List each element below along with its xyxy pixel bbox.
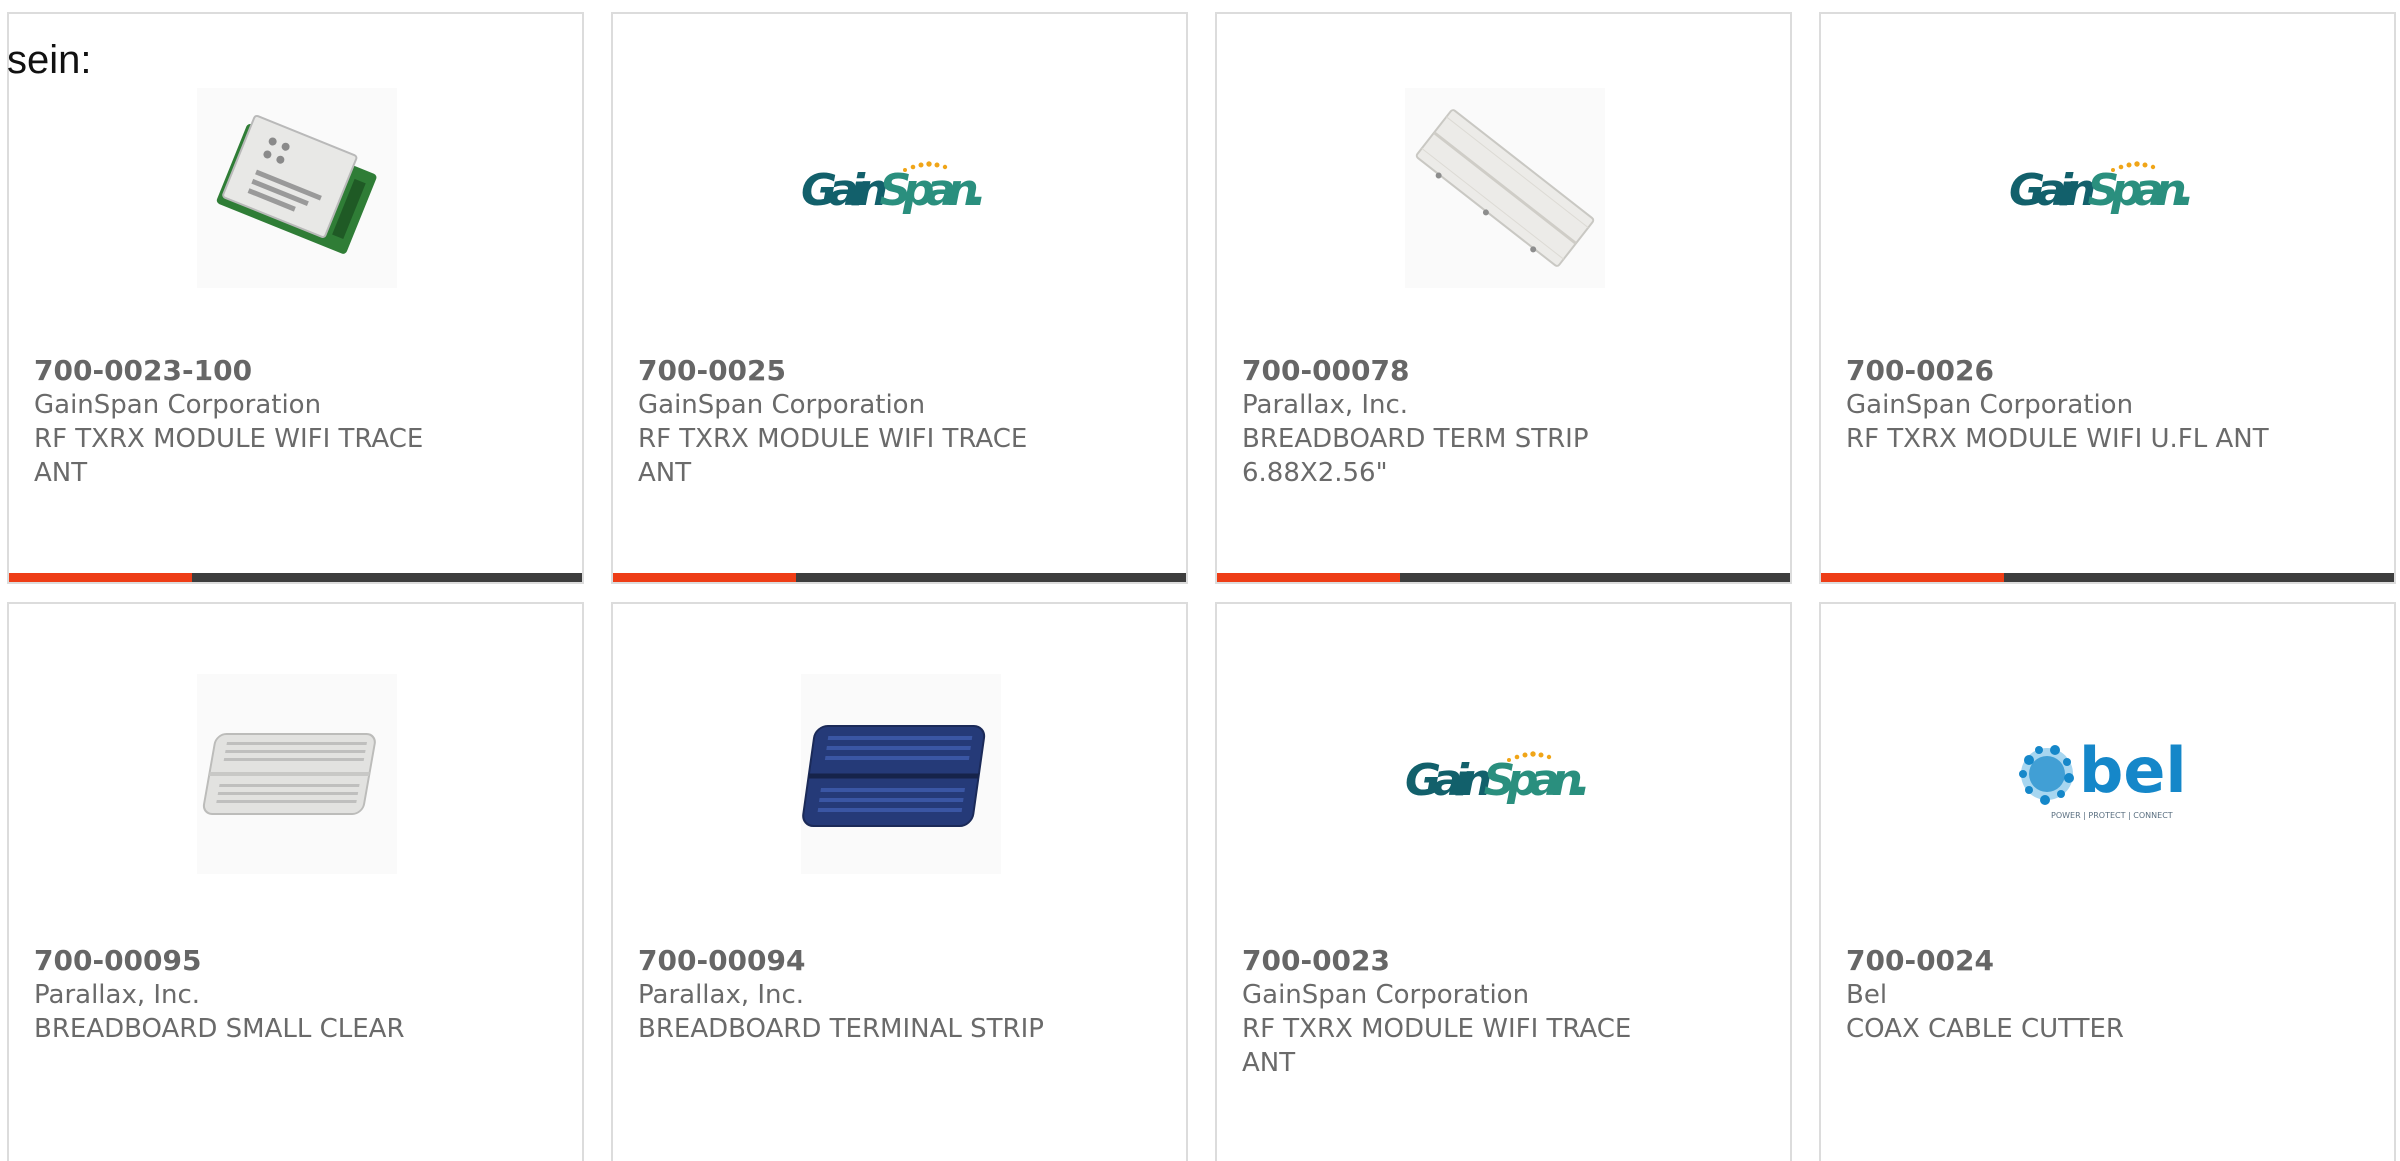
product-info: 700-00094 Parallax, Inc. BREADBOARD TERM… <box>638 944 1166 1046</box>
part-number[interactable]: 700-0023-100 <box>34 354 562 388</box>
product-description: RF TXRX MODULE WIFI TRACE ANT <box>638 424 1028 488</box>
manufacturer: GainSpan Corporation <box>34 390 322 420</box>
prefix-text: sein: <box>7 38 92 82</box>
product-card[interactable]: 700-00078 Parallax, Inc. BREADBOARD TERM… <box>1215 12 1792 584</box>
product-description: BREADBOARD TERM STRIP 6.88X2.56" <box>1242 424 1589 488</box>
svg-text:POWER | PROTECT | CONNECT: POWER | PROTECT | CONNECT <box>2051 811 2173 820</box>
breadboard-strip-image <box>1405 88 1605 288</box>
svg-text:GainSpan.: GainSpan. <box>801 165 987 216</box>
bel-logo: bel POWER | PROTECT | CONNECT <box>2009 674 2209 874</box>
gainspan-logo: GainSpan. <box>2009 88 2209 288</box>
manufacturer: Parallax, Inc. <box>1242 390 1409 420</box>
svg-text:GainSpan.: GainSpan. <box>1405 755 1591 806</box>
card-footer-accent <box>1821 573 2004 582</box>
product-info: 700-0026 GainSpan Corporation RF TXRX MO… <box>1846 354 2374 456</box>
part-number[interactable]: 700-0023 <box>1242 944 1770 978</box>
part-number[interactable]: 700-0024 <box>1846 944 2374 978</box>
card-footer-bar <box>613 573 1186 582</box>
card-footer-bar <box>1217 573 1790 582</box>
card-footer-bar <box>1821 573 2394 582</box>
manufacturer: GainSpan Corporation <box>1242 980 1530 1010</box>
svg-text:bel: bel <box>2079 734 2187 807</box>
product-card[interactable]: 700-00095 Parallax, Inc. BREADBOARD SMAL… <box>7 602 584 1161</box>
gainspan-logo: GainSpan. <box>801 88 1001 288</box>
product-description: BREADBOARD TERMINAL STRIP <box>638 1014 1044 1044</box>
product-card[interactable]: GainSpan. 700-0026 GainSpan Corporation … <box>1819 12 2396 584</box>
card-footer-accent <box>1217 573 1400 582</box>
product-card[interactable]: GainSpan. 700-0025 GainSpan Corporation … <box>611 12 1188 584</box>
product-card[interactable]: GainSpan. 700-0023 GainSpan Corporation … <box>1215 602 1792 1161</box>
product-info: 700-00078 Parallax, Inc. BREADBOARD TERM… <box>1242 354 1770 490</box>
manufacturer: GainSpan Corporation <box>638 390 926 420</box>
part-number[interactable]: 700-00094 <box>638 944 1166 978</box>
part-number[interactable]: 700-00095 <box>34 944 562 978</box>
card-footer-accent <box>9 573 192 582</box>
product-grid: sein: 700-0023-100 GainSpan Corporation … <box>0 0 2400 1161</box>
part-number[interactable]: 700-0026 <box>1846 354 2374 388</box>
product-info: 700-0023 GainSpan Corporation RF TXRX MO… <box>1242 944 1770 1080</box>
manufacturer: GainSpan Corporation <box>1846 390 2134 420</box>
product-card[interactable]: bel POWER | PROTECT | CONNECT 700-0024 B… <box>1819 602 2396 1161</box>
card-footer-bar <box>9 573 582 582</box>
product-description: RF TXRX MODULE WIFI U.FL ANT <box>1846 424 2269 454</box>
manufacturer: Bel <box>1846 980 1888 1010</box>
product-description: COAX CABLE CUTTER <box>1846 1014 2124 1044</box>
product-info: 700-0023-100 GainSpan Corporation RF TXR… <box>34 354 562 490</box>
breadboard-blue-image <box>801 674 1001 874</box>
product-info: 700-0024 Bel COAX CABLE CUTTER <box>1846 944 2374 1046</box>
wifi-module-image <box>197 88 397 288</box>
svg-text:GainSpan.: GainSpan. <box>2009 165 2195 216</box>
product-description: RF TXRX MODULE WIFI TRACE ANT <box>34 424 424 488</box>
breadboard-clear-image <box>197 674 397 874</box>
product-description: BREADBOARD SMALL CLEAR <box>34 1014 405 1044</box>
part-number[interactable]: 700-0025 <box>638 354 1166 388</box>
product-card[interactable]: 700-0023-100 GainSpan Corporation RF TXR… <box>7 12 584 584</box>
part-number[interactable]: 700-00078 <box>1242 354 1770 388</box>
gainspan-logo: GainSpan. <box>1405 674 1605 874</box>
card-footer-accent <box>613 573 796 582</box>
product-info: 700-0025 GainSpan Corporation RF TXRX MO… <box>638 354 1166 490</box>
manufacturer: Parallax, Inc. <box>638 980 805 1010</box>
product-description: RF TXRX MODULE WIFI TRACE ANT <box>1242 1014 1632 1078</box>
product-info: 700-00095 Parallax, Inc. BREADBOARD SMAL… <box>34 944 562 1046</box>
product-card[interactable]: 700-00094 Parallax, Inc. BREADBOARD TERM… <box>611 602 1188 1161</box>
manufacturer: Parallax, Inc. <box>34 980 201 1010</box>
